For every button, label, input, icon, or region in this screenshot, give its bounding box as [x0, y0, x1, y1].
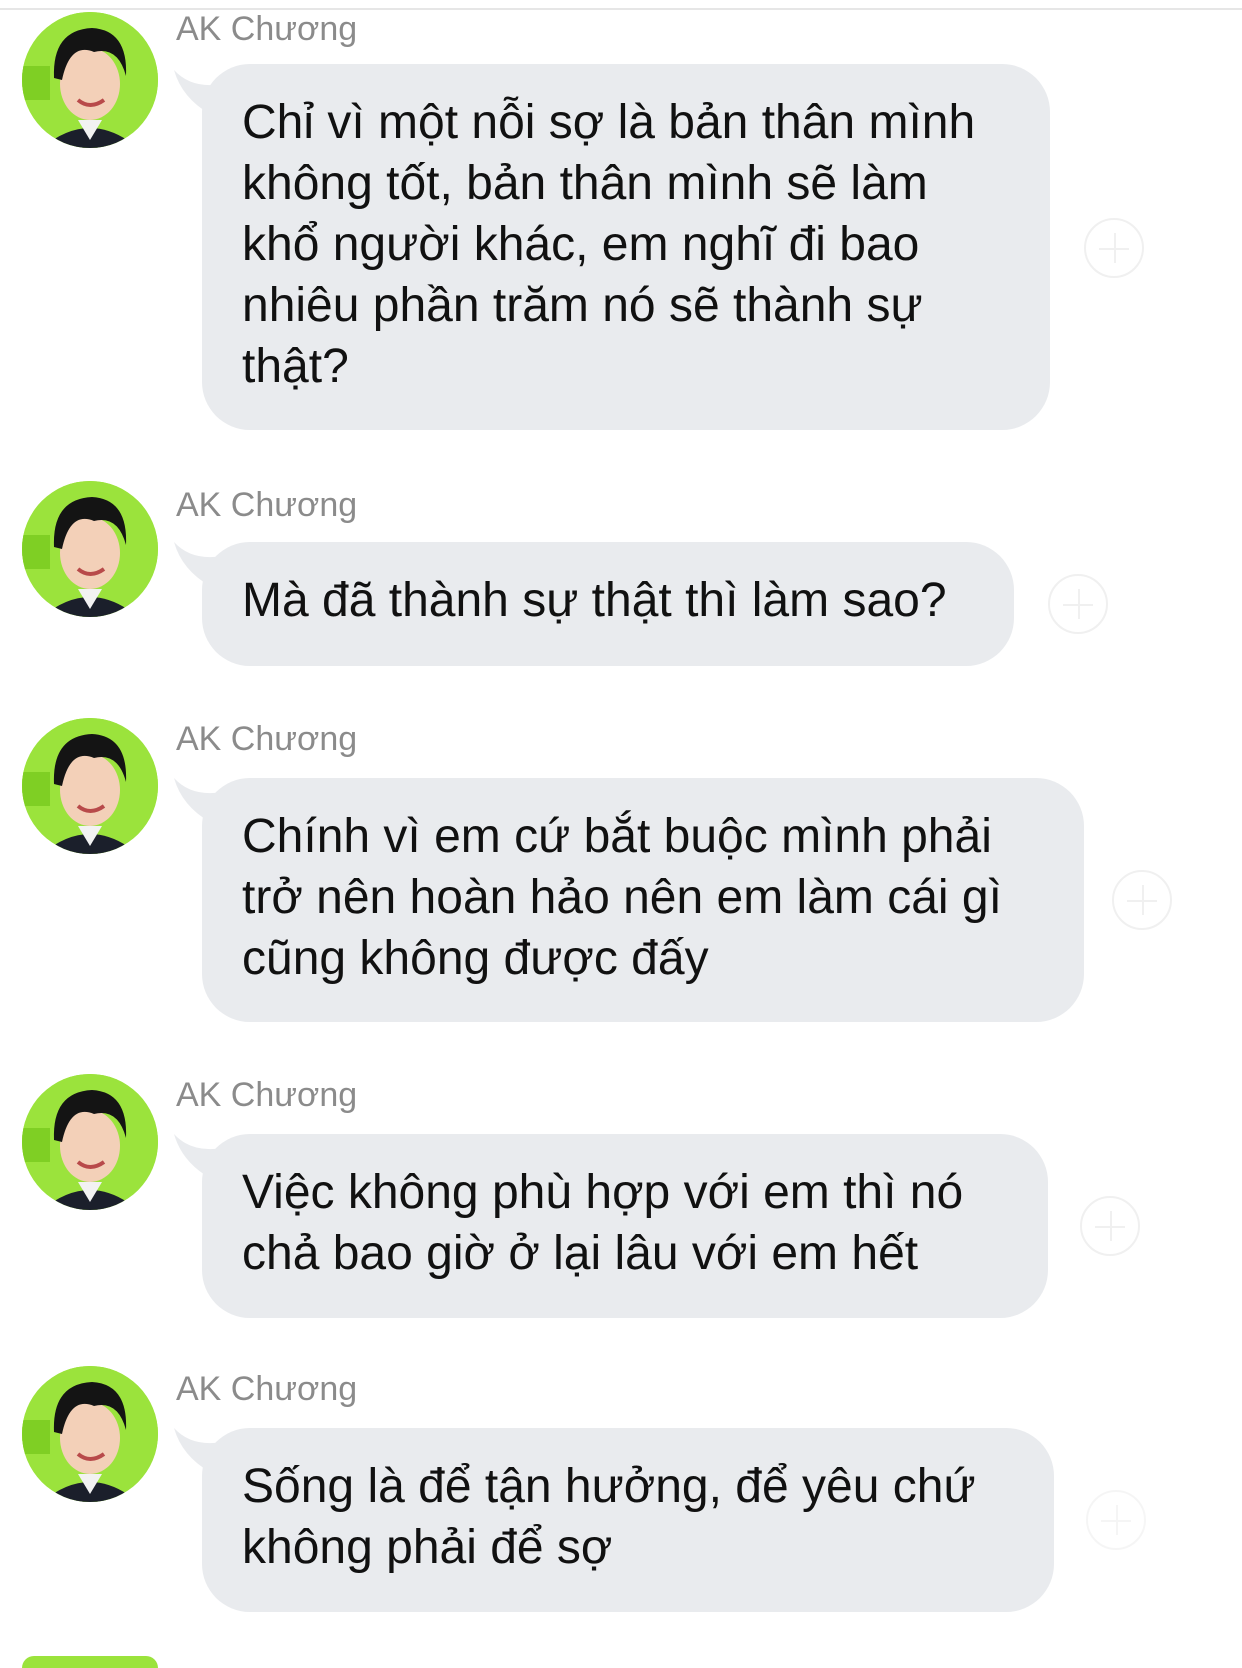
message-text: Mà đã thành sự thật thì làm sao? [242, 574, 947, 627]
message-text: Việc không phù hợp với em thì nó chả bao… [242, 1166, 964, 1280]
message-row: AK Chương Chính vì em cứ bắt buộc mình p… [0, 716, 1242, 1022]
sender-avatar[interactable] [22, 481, 158, 617]
sender-avatar[interactable] [22, 1366, 158, 1502]
add-reaction-icon[interactable] [1080, 1196, 1140, 1256]
avatar-photo-icon [22, 1074, 158, 1210]
message-row: AK Chương Sống là để tận hưởng, để yêu c… [0, 1366, 1242, 1612]
sender-name: AK Chương [176, 1370, 358, 1408]
sender-avatar[interactable] [22, 1074, 158, 1210]
add-reaction-icon[interactable] [1084, 218, 1144, 278]
add-reaction-icon[interactable] [1086, 1490, 1146, 1550]
sender-name: AK Chương [176, 720, 358, 758]
sender-avatar[interactable] [22, 12, 158, 148]
avatar-photo-icon [22, 1366, 158, 1502]
sender-name: AK Chương [176, 1076, 358, 1114]
sender-name: AK Chương [176, 10, 358, 48]
message-text: Sống là để tận hưởng, để yêu chứ không p… [242, 1460, 976, 1574]
avatar-photo-icon [22, 12, 158, 148]
add-reaction-icon[interactable] [1048, 574, 1108, 634]
message-bubble[interactable]: Mà đã thành sự thật thì làm sao? [202, 542, 1014, 666]
sender-name: AK Chương [176, 486, 358, 524]
message-text: Chính vì em cứ bắt buộc mình phải trở nê… [242, 810, 1002, 985]
add-reaction-icon[interactable] [1112, 870, 1172, 930]
message-bubble[interactable]: Chính vì em cứ bắt buộc mình phải trở nê… [202, 778, 1084, 1022]
message-bubble[interactable]: Việc không phù hợp với em thì nó chả bao… [202, 1134, 1048, 1318]
message-row: AK Chương Việc không phù hợp với em thì … [0, 1072, 1242, 1318]
message-text: Chỉ vì một nỗi sợ là bản thân mình không… [242, 96, 976, 393]
message-bubble[interactable]: Sống là để tận hưởng, để yêu chứ không p… [202, 1428, 1054, 1612]
avatar-photo-icon [22, 718, 158, 854]
message-row: AK Chương Chỉ vì một nỗi sợ là bản thân … [0, 0, 1242, 430]
sender-avatar[interactable] [22, 718, 158, 854]
message-bubble[interactable]: Chỉ vì một nỗi sợ là bản thân mình không… [202, 64, 1050, 430]
avatar-photo-icon [22, 481, 158, 617]
message-row: AK Chương Mà đã thành sự thật thì làm sa… [0, 480, 1242, 670]
sender-avatar[interactable] [22, 1656, 158, 1668]
